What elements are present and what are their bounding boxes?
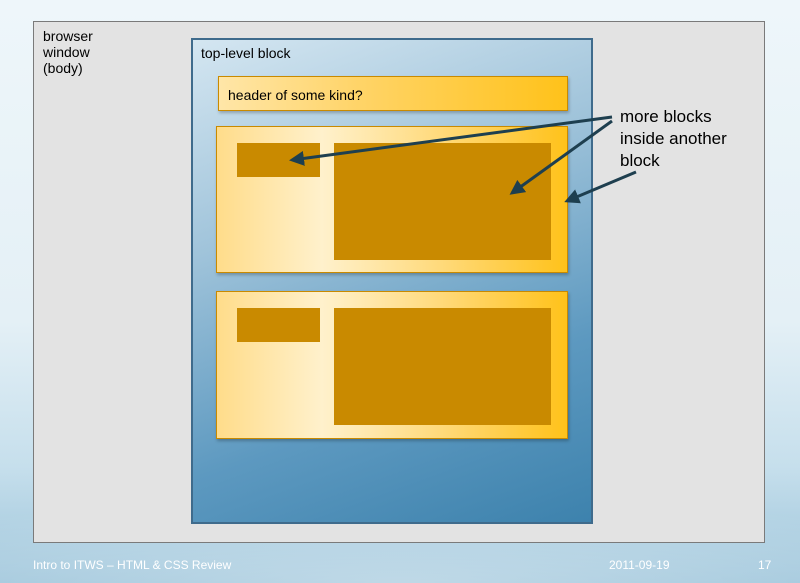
arrow-to-small-block (289, 115, 613, 166)
arrow-to-outer-block (564, 170, 637, 204)
footer-date: 2011-09-19 (609, 558, 670, 572)
footer-title: Intro to ITWS – HTML & CSS Review (33, 558, 232, 572)
footer-page-number: 17 (758, 558, 772, 572)
annotation-arrows (289, 115, 637, 204)
arrow-to-large-block (509, 119, 613, 195)
